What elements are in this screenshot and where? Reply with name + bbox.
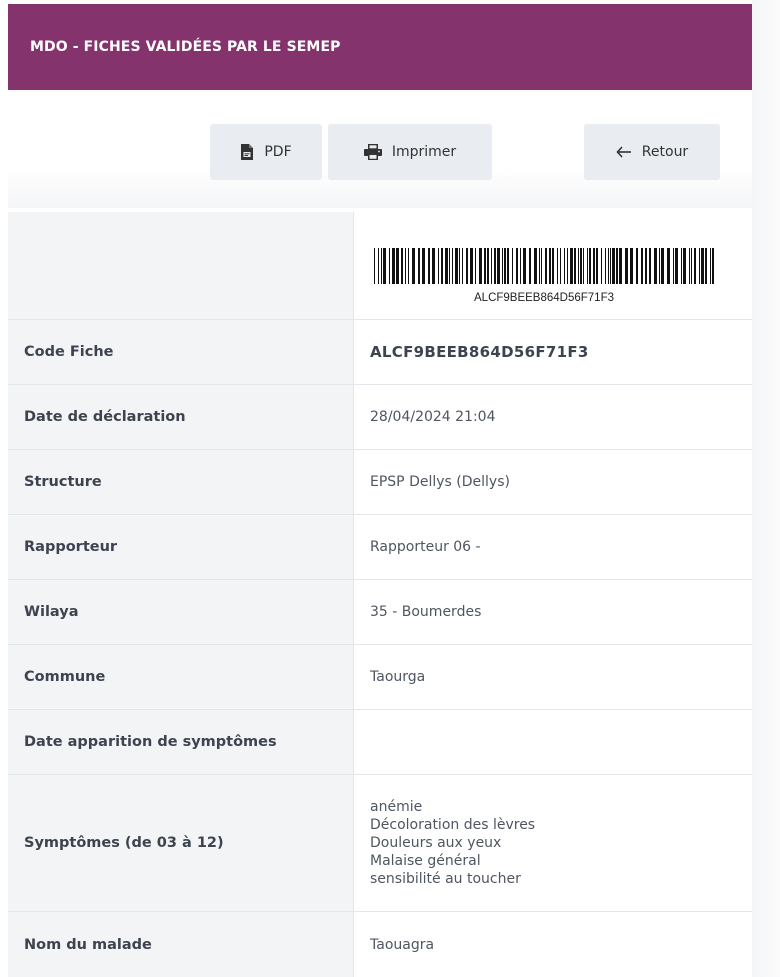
- page: MDO - FICHES VALIDÉES PAR LE SEMEP PDF I…: [0, 0, 780, 977]
- field-value: 35 - Boumerdes: [354, 580, 752, 644]
- print-button-label: Imprimer: [391, 144, 457, 160]
- fiche-details-table: ALCF9BEEB864D56F71F3 Code Fiche ALCF9BEE…: [8, 212, 752, 977]
- symptoms-list: anémie Décoloration des lèvres Douleurs …: [354, 775, 752, 911]
- pdf-button-label: PDF: [264, 144, 292, 160]
- field-label: Date de déclaration: [8, 385, 354, 449]
- pdf-button[interactable]: PDF: [210, 124, 322, 180]
- barcode-image: [374, 247, 714, 284]
- barcode-text: ALCF9BEEB864D56F71F3: [474, 291, 614, 304]
- list-item: sensibilité au toucher: [370, 871, 521, 887]
- table-row: Nom du malade Taouagra: [8, 912, 752, 977]
- page-title: MDO - FICHES VALIDÉES PAR LE SEMEP: [30, 39, 341, 55]
- field-label: Structure: [8, 450, 354, 514]
- printer-icon: [363, 144, 382, 160]
- field-value: EPSP Dellys (Dellys): [354, 450, 752, 514]
- field-label: Wilaya: [8, 580, 354, 644]
- barcode: ALCF9BEEB864D56F71F3: [368, 227, 720, 304]
- toolbar: PDF Imprimer Retour: [8, 90, 752, 208]
- field-label: Rapporteur: [8, 515, 354, 579]
- field-value: Taouagra: [354, 912, 752, 977]
- field-label: Date apparition de symptômes: [8, 710, 354, 774]
- barcode-row: ALCF9BEEB864D56F71F3: [8, 212, 752, 320]
- list-item: Malaise général: [370, 853, 481, 869]
- table-row: Date de déclaration 28/04/2024 21:04: [8, 385, 752, 450]
- field-value: Taourga: [354, 645, 752, 709]
- field-value: [354, 710, 752, 774]
- table-row: Commune Taourga: [8, 645, 752, 710]
- field-value: Rapporteur 06 -: [354, 515, 752, 579]
- list-item: anémie: [370, 799, 423, 815]
- barcode-label-cell: [8, 212, 354, 319]
- field-value: 28/04/2024 21:04: [354, 385, 752, 449]
- table-row: Structure EPSP Dellys (Dellys): [8, 450, 752, 515]
- table-row: Date apparition de symptômes: [8, 710, 752, 775]
- list-item: Douleurs aux yeux: [370, 835, 502, 851]
- page-background-strip: [752, 0, 780, 977]
- field-label: Nom du malade: [8, 912, 354, 977]
- table-row: Rapporteur Rapporteur 06 -: [8, 515, 752, 580]
- field-label: Commune: [8, 645, 354, 709]
- file-pdf-icon: [240, 144, 254, 160]
- table-row: Symptômes (de 03 à 12) anémie Décolorati…: [8, 775, 752, 912]
- barcode-value-cell: ALCF9BEEB864D56F71F3: [354, 212, 752, 319]
- list-item: Décoloration des lèvres: [370, 817, 536, 833]
- field-label: Code Fiche: [8, 320, 354, 384]
- print-button[interactable]: Imprimer: [328, 124, 492, 180]
- table-row: Wilaya 35 - Boumerdes: [8, 580, 752, 645]
- back-button-label: Retour: [641, 144, 689, 160]
- field-label: Symptômes (de 03 à 12): [8, 775, 354, 911]
- table-row: Code Fiche ALCF9BEEB864D56F71F3: [8, 320, 752, 385]
- field-value: ALCF9BEEB864D56F71F3: [354, 320, 752, 384]
- fiche-panel: MDO - FICHES VALIDÉES PAR LE SEMEP PDF I…: [8, 4, 752, 977]
- panel-header: MDO - FICHES VALIDÉES PAR LE SEMEP: [8, 4, 752, 90]
- arrow-left-icon: [616, 146, 632, 158]
- back-button[interactable]: Retour: [584, 124, 720, 180]
